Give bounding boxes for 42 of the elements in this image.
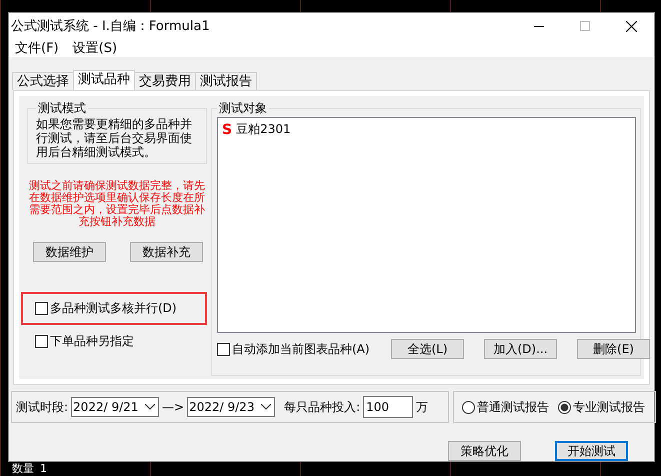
warning-text: 测试之前请确保测试数据完整，请先在数据维护选项里确认保存长度在所需要范围之内，设置完毕后点数据补充按钮补充数据: [28, 180, 206, 228]
tab[interactable]: 公式选择: [12, 72, 74, 90]
chevron-icon: [145, 404, 156, 410]
menu-item[interactable]: 文件(F): [15, 39, 59, 57]
option-label: 多品种测试多核并行(D): [50, 300, 177, 317]
data-button[interactable]: 数据维护: [33, 242, 106, 262]
data-button[interactable]: 数据补充: [130, 242, 203, 262]
chevron-icon: [261, 404, 272, 410]
checkbox[interactable]: [35, 335, 48, 348]
checkbox-label: 自动添加当前图表品种(A): [232, 340, 370, 358]
radio-label: 普通测试报告: [477, 398, 549, 416]
action-button[interactable]: 策略优化: [448, 441, 521, 461]
close-icon[interactable]: [626, 20, 636, 32]
invest-field[interactable]: 100: [363, 396, 414, 418]
background-value: 1: [40, 462, 47, 475]
action-button[interactable]: 开始测试: [555, 441, 628, 461]
item-marker: S: [222, 122, 232, 138]
invest-label: 每只品种投入:: [284, 398, 360, 416]
arrow-text: —>: [162, 400, 184, 414]
tab[interactable]: 交易费用: [134, 72, 196, 90]
menu-item[interactable]: 设置(S): [72, 39, 118, 57]
window-title: 公式测试系统 - I.自编：Formula1: [11, 18, 211, 35]
tab[interactable]: 测试报告: [195, 72, 257, 90]
radio-button[interactable]: [462, 400, 475, 414]
checkbox[interactable]: [217, 342, 230, 356]
tab[interactable]: 测试品种: [73, 70, 135, 90]
unit-label: 万: [416, 398, 428, 416]
checkbox[interactable]: [35, 302, 48, 315]
start-date-field[interactable]: 2022/ 9/21: [71, 397, 160, 417]
group-title: 测试对象: [218, 100, 268, 117]
list-item[interactable]: 豆粕2301: [236, 121, 291, 138]
list-button[interactable]: 全选(L): [391, 339, 464, 359]
radio-button[interactable]: [558, 400, 571, 414]
option-label: 下单品种另指定: [50, 333, 134, 350]
period-label: 测试时段:: [16, 398, 68, 416]
background-label: 数量: [12, 462, 34, 475]
group-title: 测试模式: [37, 100, 87, 117]
list-button[interactable]: 删除(E): [577, 339, 650, 359]
end-date-field[interactable]: 2022/ 9/23: [187, 397, 276, 417]
radio-label: 专业测试报告: [573, 398, 645, 416]
list-button[interactable]: 加入(D)...: [484, 339, 557, 359]
info-text: 如果您需要更精细的多品种并行测试，请至后台交易界面使用后台精细测试模式。: [36, 117, 193, 159]
